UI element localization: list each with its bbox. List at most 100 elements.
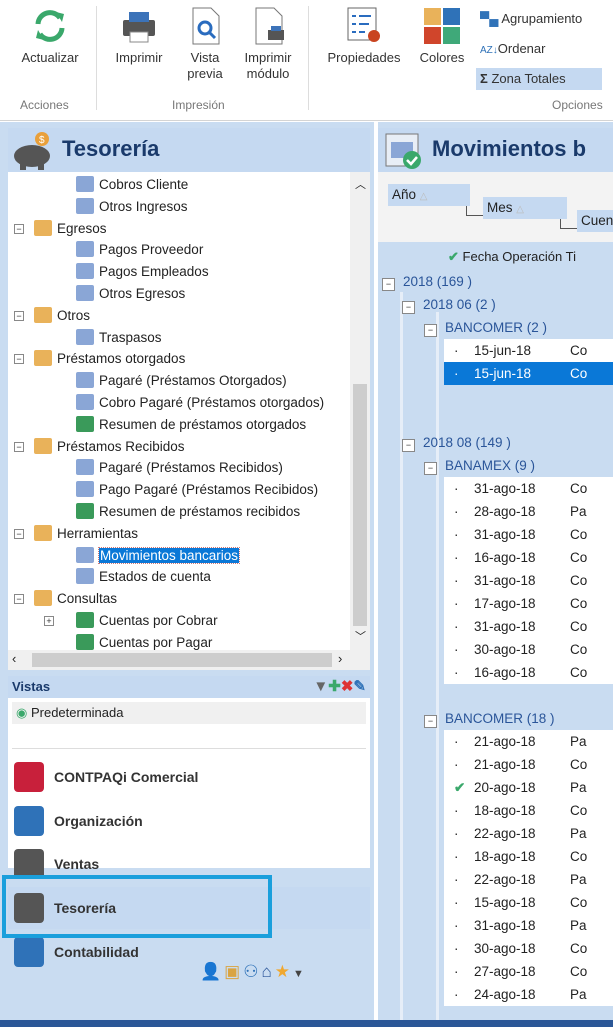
scroll-left-icon[interactable]: ‹ xyxy=(12,651,16,666)
collapse-icon[interactable]: − xyxy=(14,223,24,234)
table-row[interactable]: · 18-ago-18 Co xyxy=(444,845,613,868)
factory-icon[interactable]: ⌂ xyxy=(261,962,274,981)
table-row[interactable]: · 21-ago-18 Co xyxy=(444,753,613,776)
print-preview-button[interactable]: Vista previa xyxy=(180,6,230,82)
tree-item[interactable]: Resumen de préstamos recibidos xyxy=(76,501,300,522)
tree-horizontal-scrollbar[interactable]: ‹ › xyxy=(8,650,370,670)
collapse-icon[interactable]: − xyxy=(382,278,395,291)
nav-item[interactable]: CONTPAQi Comercial xyxy=(8,756,370,798)
type-cell: Co xyxy=(570,481,588,496)
tree-item[interactable]: Cobros Cliente xyxy=(76,174,188,195)
collapse-icon[interactable]: − xyxy=(402,301,415,314)
table-row[interactable]: · 24-ago-18 Pa xyxy=(444,983,613,1006)
table-row[interactable]: · 31-ago-18 Co xyxy=(444,615,613,638)
table-row[interactable]: · 18-ago-18 Co xyxy=(444,799,613,822)
tree-item[interactable]: Pagaré (Préstamos Otorgados) xyxy=(76,370,287,391)
tree-item[interactable]: Préstamos otorgados xyxy=(34,348,185,369)
tree-item[interactable]: Estados de cuenta xyxy=(76,566,211,587)
table-row[interactable]: · 15-jun-18 Co xyxy=(444,339,613,362)
scroll-thumb[interactable] xyxy=(353,384,367,626)
more-dropdown-icon[interactable]: ▼ xyxy=(293,968,307,980)
group-by-month[interactable]: Mes △ xyxy=(483,197,567,219)
tree-item[interactable]: Préstamos Recibidos xyxy=(34,436,185,457)
group-row[interactable]: −2018 (169 ) xyxy=(382,270,472,293)
group-row[interactable]: − BANCOMER (18 ) xyxy=(424,707,555,730)
properties-button[interactable]: Propiedades xyxy=(318,6,410,66)
hscroll-thumb[interactable] xyxy=(32,653,332,667)
table-row[interactable]: · 28-ago-18 Pa xyxy=(444,500,613,523)
colors-button[interactable]: Colores xyxy=(412,6,472,66)
column-header-tipo[interactable]: Ti xyxy=(566,249,576,264)
filter-icon[interactable]: ▼ xyxy=(313,678,328,695)
view-item[interactable]: ◉ Predeterminada xyxy=(12,702,366,724)
nav-item[interactable]: Organización xyxy=(8,800,370,842)
scroll-down-icon[interactable]: ﹀ xyxy=(355,628,366,644)
tree-item[interactable]: Cuentas por Cobrar xyxy=(76,610,218,631)
tree-item[interactable]: Consultas xyxy=(34,588,117,609)
group-row[interactable]: − BANAMEX (9 ) xyxy=(424,454,535,477)
user-icon[interactable]: 👤 xyxy=(200,962,224,981)
group-row[interactable]: − BANCOMER (2 ) xyxy=(424,316,547,339)
group-by-account[interactable]: Cuen xyxy=(577,210,613,232)
table-row[interactable]: · 31-ago-18 Pa xyxy=(444,914,613,937)
add-icon[interactable]: ✚ xyxy=(328,678,341,695)
print-module-button[interactable]: Imprimir módulo xyxy=(234,6,302,82)
group-row[interactable]: −2018 08 (149 ) xyxy=(402,431,511,454)
table-row[interactable]: · 15-ago-18 Co xyxy=(444,891,613,914)
totals-zone-button[interactable]: Σ Zona Totales xyxy=(476,68,602,90)
expand-icon[interactable]: + xyxy=(44,616,54,626)
tree-item[interactable]: Pago Pagaré (Préstamos Recibidos) xyxy=(76,479,318,500)
edit-icon[interactable]: ✎ xyxy=(353,678,366,695)
collapse-icon[interactable]: − xyxy=(402,439,415,452)
tree-item[interactable]: Otros Ingresos xyxy=(76,196,188,217)
table-row[interactable]: · 27-ago-18 Co xyxy=(444,960,613,983)
table-row[interactable]: · 30-ago-18 Co xyxy=(444,937,613,960)
collapse-icon[interactable]: − xyxy=(424,462,437,475)
table-row[interactable]: · 31-ago-18 Co xyxy=(444,477,613,500)
tree-item[interactable]: Herramientas xyxy=(34,523,138,544)
box-icon[interactable]: ▣ xyxy=(224,962,243,981)
collapse-icon[interactable]: − xyxy=(14,441,24,452)
tree-item[interactable]: Movimientos bancarios xyxy=(76,545,241,566)
tree-item[interactable]: Pagos Proveedor xyxy=(76,239,203,260)
tree-item[interactable]: Otros xyxy=(34,305,90,326)
table-row[interactable]: · 31-ago-18 Co xyxy=(444,523,613,546)
column-header-fecha[interactable]: ✔ Fecha Operación Ti xyxy=(448,246,576,268)
tree-item[interactable]: Pagos Empleados xyxy=(76,261,209,282)
collapse-icon[interactable]: − xyxy=(14,528,24,539)
group-icon[interactable]: ⚇ xyxy=(243,962,261,981)
tree-item[interactable]: Egresos xyxy=(34,218,107,239)
radio-selected-icon[interactable]: ◉ xyxy=(16,705,27,720)
scroll-up-icon[interactable]: ︿ xyxy=(355,176,366,192)
tree-item[interactable]: Resumen de préstamos otorgados xyxy=(76,414,306,435)
collapse-icon[interactable]: − xyxy=(424,324,437,337)
table-row[interactable]: · 16-ago-18 Co xyxy=(444,661,613,684)
tree-item[interactable]: Traspasos xyxy=(76,327,162,348)
print-button[interactable]: Imprimir xyxy=(104,6,174,66)
tree-item[interactable]: Pagaré (Préstamos Recibidos) xyxy=(76,457,283,478)
group-row[interactable]: −2018 06 (2 ) xyxy=(402,293,496,316)
collapse-icon[interactable]: − xyxy=(424,715,437,728)
table-row[interactable]: · 17-ago-18 Co xyxy=(444,592,613,615)
sort-button[interactable]: AZ↓Ordenar xyxy=(476,38,545,60)
tree-vertical-scrollbar[interactable]: ︿ ﹀ xyxy=(350,172,370,650)
tree-item[interactable]: Cobro Pagaré (Préstamos otorgados) xyxy=(76,392,324,413)
table-row[interactable]: · 22-ago-18 Pa xyxy=(444,822,613,845)
table-row[interactable]: · 30-ago-18 Co xyxy=(444,638,613,661)
table-row[interactable]: · 22-ago-18 Pa xyxy=(444,868,613,891)
tree-item[interactable]: Otros Egresos xyxy=(76,283,185,304)
collapse-icon[interactable]: − xyxy=(14,310,24,321)
collapse-icon[interactable]: − xyxy=(14,594,24,605)
collapse-icon[interactable]: − xyxy=(14,354,24,365)
table-row[interactable]: · 15-jun-18 Co xyxy=(444,362,613,385)
group-by-year[interactable]: Año △ xyxy=(388,184,470,206)
table-row[interactable]: ✔ 20-ago-18 Pa xyxy=(444,776,613,799)
delete-icon[interactable]: ✖ xyxy=(341,678,354,695)
grouping-button[interactable]: ▀▄ Agrupamiento xyxy=(476,8,582,30)
table-row[interactable]: · 21-ago-18 Pa xyxy=(444,730,613,753)
star-icon[interactable]: ★ xyxy=(275,962,293,981)
table-row[interactable]: · 31-ago-18 Co xyxy=(444,569,613,592)
table-row[interactable]: · 16-ago-18 Co xyxy=(444,546,613,569)
scroll-right-icon[interactable]: › xyxy=(338,651,342,666)
refresh-button[interactable]: Actualizar xyxy=(12,6,88,66)
